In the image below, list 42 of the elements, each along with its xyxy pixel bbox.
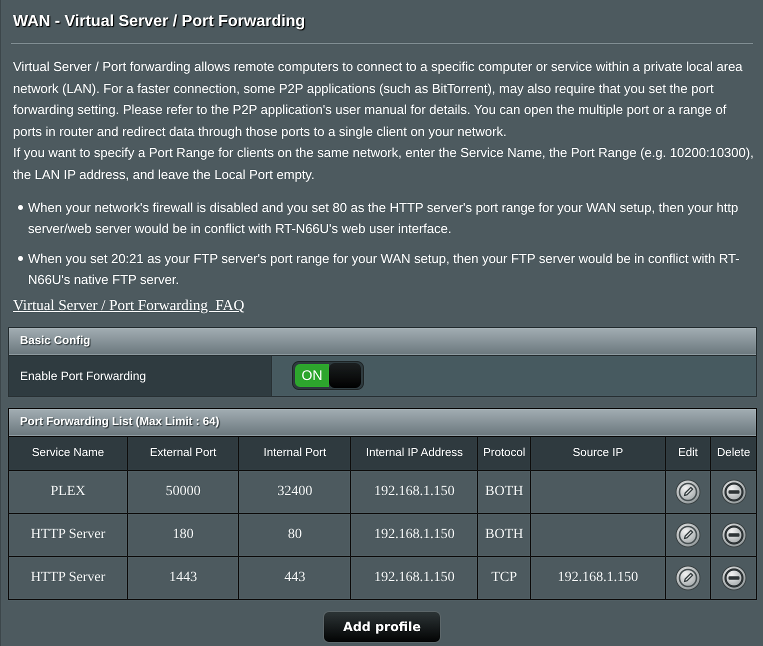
column-header: Internal Port	[238, 436, 351, 470]
column-header: Edit	[665, 436, 711, 470]
add-profile-button[interactable]: Add profile	[323, 610, 441, 643]
pencil-icon[interactable]	[674, 478, 701, 505]
table-cell: TCP	[478, 556, 531, 600]
minus-icon[interactable]	[720, 522, 747, 548]
minus-icon[interactable]	[720, 564, 747, 591]
minus-icon[interactable]	[720, 478, 747, 505]
table-cell: 192.168.1.150	[530, 556, 666, 600]
table-cell: BOTH	[478, 470, 531, 514]
column-header: Internal IP Address	[350, 436, 478, 470]
column-header: Protocol	[478, 436, 531, 470]
section-header: Basic Config	[8, 327, 756, 356]
column-header: Source IP	[530, 436, 666, 470]
column-header: External Port	[128, 436, 239, 470]
page-title: WAN - Virtual Server / Port Forwarding	[13, 12, 306, 32]
table-cell: 180	[128, 513, 239, 556]
table-cell: 1443	[128, 556, 239, 600]
column-header: Delete	[710, 436, 756, 470]
description-paragraph: Virtual Server / Port forwarding allows remote computers to connect to a specific computer or service within a private local area network (LAN). For a faster connection, some P2P applications (such as BitTorrent), may also require that you set the port forwarding setting. Please refer to the P2P application's user manual for details. You can open the multiple port or a range of ports in router and redirect data through those ports to a single client on your network.	[13, 58, 744, 141]
table-cell: 50000	[128, 470, 239, 514]
table-cell: PLEX	[8, 470, 128, 514]
pencil-icon[interactable]	[674, 522, 701, 548]
table-cell: 32400	[238, 470, 351, 514]
table-cell: 80	[238, 513, 351, 556]
section-header: Port Forwarding List (Max Limit : 64)	[8, 408, 756, 436]
table-cell: 192.168.1.150	[350, 470, 478, 514]
description-paragraph: If you want to specify a Port Range for clients on the same network, enter the Service Name, the Port Range (e.g. 10200:10300), the LAN IP address, and leave the Local Port empty.	[13, 144, 755, 184]
pencil-icon[interactable]	[674, 564, 701, 591]
table-cell: HTTP Server	[8, 556, 128, 600]
setting-label: Enable Port Forwarding	[8, 355, 272, 396]
bullet-icon	[18, 256, 23, 261]
column-header: Service Name	[8, 436, 128, 470]
table-cell: HTTP Server	[8, 513, 128, 556]
table-cell: BOTH	[478, 513, 531, 556]
table-cell: 443	[238, 556, 351, 600]
note-text: When your network's firewall is disabled and you set 80 as the HTTP server's port range for your WAN setup, then your http server/web server would be in conflict with RT-N66U's web user interface.	[28, 198, 740, 238]
table-cell: 192.168.1.150	[350, 556, 478, 600]
bullet-icon	[18, 204, 23, 210]
note-text: When you set 20:21 as your FTP server's port range for your WAN setup, then your FTP server would be in conflict with RT-N66U's native FTP server.	[28, 250, 741, 290]
table-cell: 192.168.1.150	[350, 513, 478, 556]
faq-link[interactable]: Virtual Server / Port Forwarding FAQ	[13, 298, 244, 314]
